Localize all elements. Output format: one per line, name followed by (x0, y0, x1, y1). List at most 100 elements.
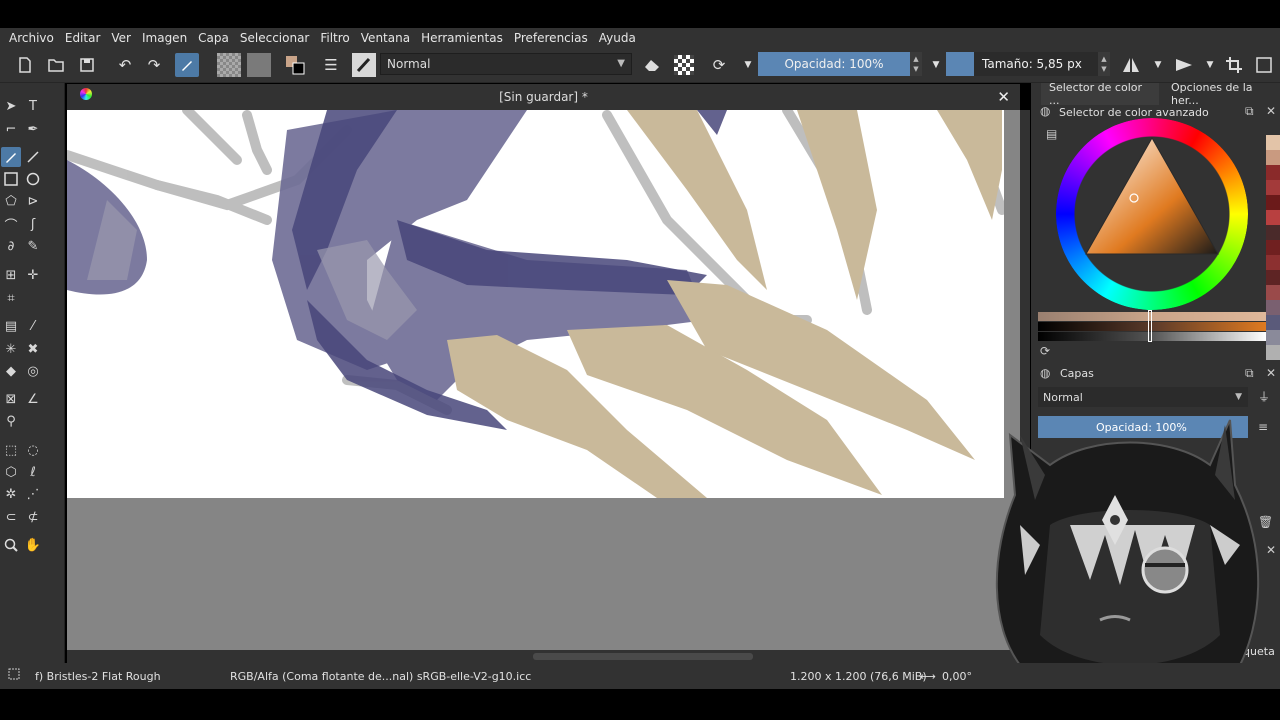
menu-ver[interactable]: Ver (106, 31, 137, 45)
palette-swatch[interactable] (1266, 240, 1280, 255)
magnetic-select-icon[interactable]: ⊄ (23, 507, 43, 527)
polyline-tool-icon[interactable]: ⊳ (23, 191, 43, 211)
layers-float-icon[interactable]: ⧉ (1245, 366, 1254, 381)
rect-select-icon[interactable]: ⬚ (1, 440, 21, 460)
size-spinner[interactable]: ▲ ▼ (1098, 52, 1110, 76)
similar-select-icon[interactable]: ⋰ (23, 484, 43, 504)
opacity-spinner[interactable]: ▲ ▼ (910, 52, 922, 76)
gradient-tool-icon[interactable]: ▤ (1, 316, 21, 336)
freehand-select-icon[interactable]: ℓ (23, 462, 43, 482)
polygon-select-icon[interactable]: ⬡ (1, 462, 21, 482)
value-gradient-bar[interactable] (1038, 332, 1266, 341)
new-document-icon[interactable] (13, 53, 37, 77)
line-tool-icon[interactable] (23, 147, 43, 167)
polygon-tool-icon[interactable]: ⬠ (1, 191, 21, 211)
horizontal-scrollbar[interactable] (67, 650, 1020, 663)
open-folder-icon[interactable] (44, 53, 68, 77)
rotation-value[interactable]: 0,00° (942, 670, 972, 683)
crop-tool-icon[interactable]: ⌗ (1, 288, 21, 308)
palette-swatch[interactable] (1266, 180, 1280, 195)
fullscreen-icon[interactable] (1252, 53, 1276, 77)
opacity-slider[interactable]: Opacidad: 100% (758, 52, 910, 76)
hsv-gradient-bar[interactable] (1038, 312, 1266, 321)
redo-icon[interactable]: ↷ (142, 53, 166, 77)
menu-imagen[interactable]: Imagen (137, 31, 193, 45)
measure-tool-icon[interactable]: ∠ (23, 389, 43, 409)
canvas-paper[interactable] (67, 110, 1004, 498)
edit-shapes-icon[interactable]: ⌐ (1, 119, 21, 139)
horizontal-scrollbar-thumb[interactable] (533, 653, 753, 660)
contiguous-select-icon[interactable]: ✲ (1, 484, 21, 504)
tab-tool-options[interactable]: Opciones de la her... (1163, 81, 1280, 107)
menu-seleccionar[interactable]: Seleccionar (235, 31, 315, 45)
calligraphy-icon[interactable]: ✒ (23, 119, 43, 139)
canvas-area[interactable] (67, 110, 1020, 650)
fill-tool-icon[interactable]: ◆ (1, 361, 21, 381)
layers-blend-select[interactable]: Normal ▼ (1038, 387, 1248, 407)
eraser-icon[interactable] (640, 53, 664, 77)
palette-swatch[interactable] (1266, 135, 1280, 150)
size-slider[interactable]: Tamaño: 5,85 px (946, 52, 1098, 76)
float-panel-icon[interactable]: ⧉ (1245, 104, 1254, 119)
layers-close-icon[interactable]: ✕ (1266, 366, 1276, 380)
selection-mode-icon[interactable] (8, 668, 20, 683)
mirror-v-dropdown-icon[interactable]: ▼ (1198, 53, 1222, 77)
palette-swatch[interactable] (1266, 150, 1280, 165)
refresh-history-icon[interactable]: ⟳ (1040, 344, 1050, 358)
move-tool-icon[interactable]: ✛ (23, 265, 43, 285)
palette-swatch[interactable] (1266, 330, 1280, 345)
menu-preferencias[interactable]: Preferencias (509, 31, 594, 45)
ellipse-select-icon[interactable]: ◌ (23, 440, 43, 460)
reload-dropdown-icon[interactable]: ▼ (736, 53, 760, 77)
save-icon[interactable] (75, 53, 99, 77)
brush-editor-icon[interactable] (175, 53, 199, 77)
freehand-path-icon[interactable]: ʃ (23, 214, 43, 234)
pan-tool-icon[interactable]: ✋ (23, 535, 43, 555)
menu-archivo[interactable]: Archivo (0, 31, 60, 45)
pattern-preset-icon[interactable] (247, 53, 271, 77)
palette-swatch[interactable] (1266, 195, 1280, 210)
undo-icon[interactable]: ↶ (113, 53, 137, 77)
color-picker-icon[interactable]: ⁄ (23, 316, 43, 336)
colorize-mask-icon[interactable]: ✳ (1, 339, 21, 359)
fg-bg-color-icon[interactable] (283, 53, 307, 77)
wrap-around-icon[interactable] (1222, 53, 1246, 77)
document-tab[interactable]: [Sin guardar] * ✕ (67, 84, 1020, 110)
mirror-h-dropdown-icon[interactable]: ▼ (1146, 53, 1170, 77)
brush-preset-icon[interactable] (352, 53, 376, 77)
palette-swatch[interactable] (1266, 270, 1280, 285)
opacity-dropdown-icon[interactable]: ▼ (924, 53, 948, 77)
palette-swatch[interactable] (1266, 165, 1280, 180)
close-document-icon[interactable]: ✕ (997, 88, 1010, 106)
close-panel-icon[interactable]: ✕ (1266, 104, 1276, 118)
color-palette-strip[interactable] (1266, 135, 1280, 360)
color-wheel[interactable] (1056, 118, 1248, 310)
palette-swatch[interactable] (1266, 225, 1280, 240)
tab-color-selector[interactable]: Selector de color ... (1041, 81, 1159, 107)
dynamic-brush-icon[interactable]: ∂ (1, 236, 21, 256)
alpha-lock-icon[interactable] (674, 55, 694, 75)
menu-ayuda[interactable]: Ayuda (594, 31, 642, 45)
palette-swatch[interactable] (1266, 255, 1280, 270)
freehand-brush-icon[interactable] (1, 147, 21, 167)
mirror-vertical-icon[interactable] (1172, 53, 1196, 77)
palette-swatch[interactable] (1266, 285, 1280, 300)
palette-swatch[interactable] (1266, 315, 1280, 330)
palette-swatch[interactable] (1266, 300, 1280, 315)
rectangle-tool-icon[interactable] (1, 169, 21, 189)
reference-tool-icon[interactable]: ⚲ (1, 411, 21, 431)
gradient-preset-icon[interactable] (217, 53, 241, 77)
text-tool-icon[interactable]: T (23, 96, 43, 116)
assistant-tool-icon[interactable]: ⊠ (1, 389, 21, 409)
mirror-horizontal-icon[interactable] (1119, 53, 1143, 77)
brush-settings-icon[interactable]: ☰ (319, 53, 343, 77)
panel-lock-icon[interactable]: ◍ (1040, 104, 1050, 118)
menu-filtro[interactable]: Filtro (315, 31, 355, 45)
ellipse-tool-icon[interactable] (23, 169, 43, 189)
filter-icon[interactable]: ⏚ (1258, 388, 1270, 405)
smart-patch-icon[interactable]: ✖ (23, 339, 43, 359)
bezier-select-icon[interactable]: ⊂ (1, 507, 21, 527)
gradient-marker[interactable] (1148, 310, 1152, 342)
bezier-curve-icon[interactable]: ⌒ (1, 214, 21, 234)
rotation-icon[interactable]: ⟷ (920, 670, 936, 683)
